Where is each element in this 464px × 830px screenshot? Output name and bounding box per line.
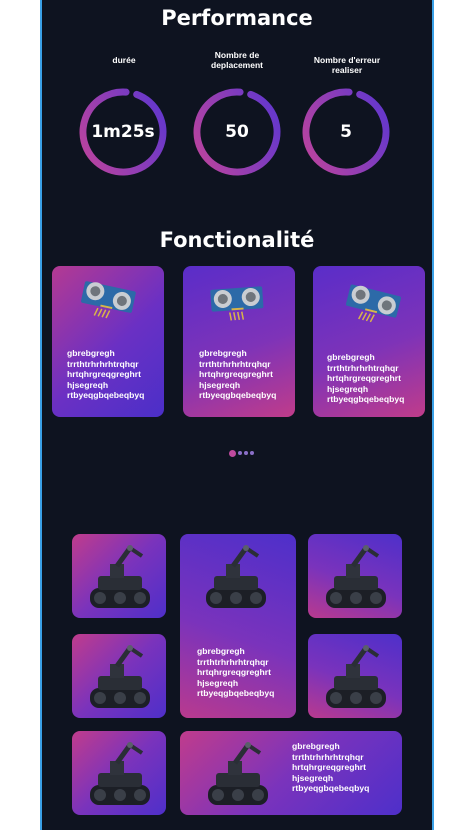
carousel-dot[interactable] xyxy=(229,449,236,457)
feature-card[interactable]: gbrebgregh trrthtrhrhrhtrqhqr hrtqhrgreq… xyxy=(52,266,164,417)
robot-arm-tank-icon xyxy=(90,545,150,608)
ultrasonic-sensor-icon xyxy=(346,284,401,323)
carousel-dot[interactable] xyxy=(244,451,248,455)
gallery-tile[interactable] xyxy=(308,534,402,618)
gallery-text: gbrebgregh trrthtrhrhrhtrqhqr hrtqhrgreq… xyxy=(292,741,370,793)
carousel-dots[interactable] xyxy=(229,449,254,457)
gallery-text: gbrebgregh trrthtrhrhrhtrqhqr hrtqhrgreq… xyxy=(197,646,275,698)
features-title: Fonctionalité xyxy=(159,228,315,252)
robot-arm-tank-icon xyxy=(326,545,386,608)
duration-value: 1m25s xyxy=(91,122,155,142)
feature-card[interactable]: gbrebgregh trrthtrhrhrhtrqhqr hrtqhrgreq… xyxy=(313,266,425,417)
robot-arm-tank-icon xyxy=(208,742,268,805)
feature-card[interactable]: gbrebgregh trrthtrhrhrhtrqhqr hrtqhrgreq… xyxy=(183,266,295,417)
moves-gauge: 50 xyxy=(191,86,283,178)
errors-value: 5 xyxy=(340,122,352,142)
gallery-tile[interactable] xyxy=(72,634,166,718)
gallery-tile[interactable] xyxy=(308,634,402,718)
feature-card-text: gbrebgregh trrthtrhrhrhtrqhqr hrtqhrgreq… xyxy=(327,352,405,404)
duration-gauge: 1m25s xyxy=(77,86,169,178)
gallery-tile[interactable] xyxy=(72,534,166,618)
robot-arm-tank-icon xyxy=(90,742,150,805)
gallery-tile-large[interactable]: gbrebgregh trrthtrhrhrhtrqhqr hrtqhrgreq… xyxy=(180,534,296,718)
feature-card-text: gbrebgregh trrthtrhrhrhtrqhqr hrtqhrgreq… xyxy=(199,348,277,400)
gallery-tile[interactable] xyxy=(72,731,166,815)
metric-label-duration: durée xyxy=(112,55,136,65)
ultrasonic-sensor-icon xyxy=(210,286,264,321)
performance-title: Performance xyxy=(161,6,313,30)
errors-gauge: 5 xyxy=(300,86,392,178)
metric-label-errors: Nombre d'erreur realiser xyxy=(313,55,381,75)
metric-label-moves: Nombre de deplacement xyxy=(211,50,263,70)
carousel-dot[interactable] xyxy=(238,451,242,455)
feature-card-text: gbrebgregh trrthtrhrhrhtrqhqr hrtqhrgreq… xyxy=(67,348,145,400)
carousel-dot[interactable] xyxy=(250,451,254,455)
app-frame: Performance durée Nombre de deplacement … xyxy=(40,0,434,830)
gallery-tile-wide[interactable]: gbrebgregh trrthtrhrhrhtrqhqr hrtqhrgreq… xyxy=(180,731,402,815)
robot-arm-tank-icon xyxy=(326,645,386,708)
robot-arm-tank-icon xyxy=(90,645,150,708)
moves-value: 50 xyxy=(225,122,249,142)
robot-arm-tank-icon xyxy=(206,545,266,608)
ultrasonic-sensor-icon xyxy=(81,281,136,319)
